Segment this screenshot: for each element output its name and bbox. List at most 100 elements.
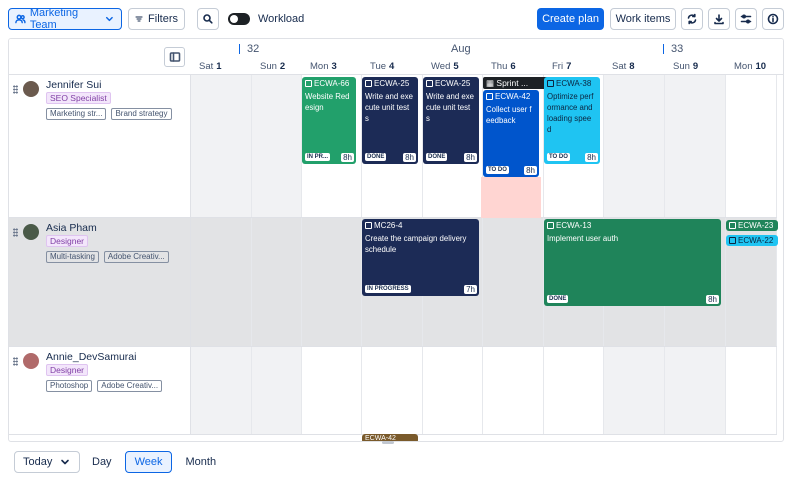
status-badge: TO DO bbox=[486, 166, 509, 174]
weekday-label: Mon bbox=[734, 61, 753, 72]
day-cell[interactable] bbox=[362, 347, 423, 434]
today-button[interactable]: Today bbox=[14, 451, 80, 473]
task-card[interactable]: MC26-4 Create the campaign delivery sche… bbox=[362, 219, 479, 296]
info-button[interactable] bbox=[762, 8, 784, 30]
sliders-icon bbox=[740, 14, 752, 24]
avatar bbox=[23, 224, 39, 240]
status-badge: IN PROGRESS bbox=[365, 285, 411, 293]
day-header: Sun 2 bbox=[260, 61, 285, 72]
create-plan-button[interactable]: Create plan bbox=[537, 8, 604, 30]
search-icon bbox=[203, 14, 213, 24]
day-cell[interactable] bbox=[483, 347, 544, 434]
task-key: ECWA-38 bbox=[556, 79, 592, 88]
day-cell[interactable] bbox=[302, 347, 362, 434]
info-icon bbox=[767, 13, 779, 25]
team-name: Marketing Team bbox=[29, 7, 79, 31]
day-cell[interactable] bbox=[191, 218, 252, 346]
weekday-label: Tue bbox=[370, 61, 387, 72]
day-cell[interactable] bbox=[252, 75, 302, 217]
week-number: 33 bbox=[662, 43, 684, 55]
day-cell[interactable] bbox=[604, 75, 665, 217]
week-number: 32 bbox=[238, 43, 260, 55]
task-type-icon bbox=[426, 80, 433, 87]
resource-info: Asia Pham Designer Multi-tasking Adobe Cr… bbox=[9, 218, 191, 346]
task-title: Website Red esign bbox=[305, 92, 350, 112]
task-card[interactable]: ECWA-25 Write and exe cute unit test s D… bbox=[423, 77, 479, 164]
date-label: 7 bbox=[566, 61, 572, 72]
filters-button[interactable]: Filters bbox=[128, 8, 185, 30]
work-items-button[interactable]: Work items bbox=[610, 8, 676, 30]
day-cell[interactable] bbox=[726, 75, 777, 217]
day-cell[interactable] bbox=[191, 347, 252, 434]
collapse-sidebar-button[interactable] bbox=[164, 47, 185, 67]
date-label: 2 bbox=[279, 61, 286, 72]
weekday-label: Sun bbox=[673, 61, 690, 72]
day-header: Sat 8 bbox=[612, 61, 635, 72]
day-cell[interactable] bbox=[665, 75, 726, 217]
day-cell[interactable] bbox=[483, 218, 544, 346]
month-view-button[interactable]: Month bbox=[176, 451, 225, 473]
date-label: 4 bbox=[389, 61, 395, 72]
hours-badge: 8h bbox=[403, 153, 416, 162]
day-cell[interactable] bbox=[423, 347, 483, 434]
horizontal-scroll-handle[interactable] bbox=[382, 441, 394, 444]
role-badge: Designer bbox=[46, 235, 89, 247]
task-card[interactable]: ECWA-25 Write and exe cute unit test s D… bbox=[362, 77, 418, 164]
date-label: 9 bbox=[692, 61, 699, 72]
people-icon bbox=[15, 14, 26, 24]
task-card[interactable]: ECWA-22 bbox=[726, 235, 778, 246]
drag-handle-icon[interactable] bbox=[13, 357, 18, 366]
avatar bbox=[23, 81, 39, 97]
task-card[interactable]: ECWA-38 Optimize perf ormance and loadin… bbox=[544, 77, 600, 164]
resource-name: Jennifer Sui bbox=[46, 79, 102, 91]
drag-handle-icon[interactable] bbox=[13, 85, 18, 94]
day-cell[interactable] bbox=[726, 347, 777, 434]
skill-tag: Adobe Creativ... bbox=[103, 251, 169, 263]
day-header: Sun 9 bbox=[673, 61, 698, 72]
hours-badge: 7h bbox=[464, 285, 477, 294]
hours-badge: 8h bbox=[341, 153, 354, 162]
resource-name: Annie_DevSamurai bbox=[46, 351, 137, 363]
date-label: 10 bbox=[755, 61, 767, 72]
task-title: Create the campaign delivery schedule bbox=[365, 234, 467, 254]
week-view-button[interactable]: Week bbox=[124, 451, 173, 473]
hours-badge: 8h bbox=[585, 153, 598, 162]
settings-button[interactable] bbox=[735, 8, 757, 30]
day-cell[interactable] bbox=[191, 75, 252, 217]
day-cell[interactable] bbox=[665, 347, 726, 434]
download-button[interactable] bbox=[708, 8, 730, 30]
drag-handle-icon[interactable] bbox=[13, 228, 18, 237]
date-label: 5 bbox=[453, 61, 459, 72]
task-card[interactable]: ECWA-23 bbox=[726, 220, 778, 231]
task-key: ECWA-22 bbox=[738, 236, 774, 245]
avatar bbox=[23, 353, 39, 369]
day-cell[interactable] bbox=[252, 347, 302, 434]
search-button[interactable] bbox=[197, 8, 219, 30]
workload-toggle[interactable] bbox=[228, 13, 250, 25]
team-selector[interactable]: Marketing Team bbox=[8, 7, 122, 31]
task-key: ECWA-42 bbox=[495, 92, 531, 101]
day-view-button[interactable]: Day bbox=[83, 451, 121, 473]
day-cell[interactable] bbox=[544, 347, 604, 434]
task-type-icon bbox=[729, 222, 736, 229]
timeline-grid: 32 Aug 33 Sat 1 Sun 2 Mon 3 Tue 4 Wed 5 Thu 6 Fri 7 Sa… bbox=[8, 38, 784, 442]
day-header: Mon 10 bbox=[734, 61, 766, 72]
status-badge: IN PR... bbox=[305, 153, 331, 161]
weekday-label: Sat bbox=[199, 61, 214, 72]
day-header: Mon 3 bbox=[310, 61, 337, 72]
date-label: 8 bbox=[629, 61, 635, 72]
skill-tag: Adobe Creativ... bbox=[97, 380, 163, 392]
resource-row: Annie_DevSamurai Designer Photoshop Adobe… bbox=[9, 347, 777, 435]
refresh-button[interactable] bbox=[681, 8, 703, 30]
day-cell[interactable] bbox=[604, 347, 665, 434]
task-key: ECWA-23 bbox=[738, 221, 774, 230]
task-key: ECWA-66 bbox=[314, 79, 350, 88]
task-type-icon bbox=[729, 237, 736, 244]
task-card[interactable]: ECWA-66 Website Red esign IN PR... 8h bbox=[302, 77, 356, 164]
task-key: ECWA-13 bbox=[556, 221, 592, 230]
day-cell[interactable] bbox=[302, 218, 362, 346]
resource-info: Annie_DevSamurai Designer Photoshop Adobe… bbox=[9, 347, 191, 434]
task-card[interactable]: ECWA-42 Collect user f eedback TO DO 8h bbox=[483, 90, 539, 177]
task-card[interactable]: ECWA-13 Implement user auth DONE 8h bbox=[544, 219, 721, 306]
day-cell[interactable] bbox=[252, 218, 302, 346]
